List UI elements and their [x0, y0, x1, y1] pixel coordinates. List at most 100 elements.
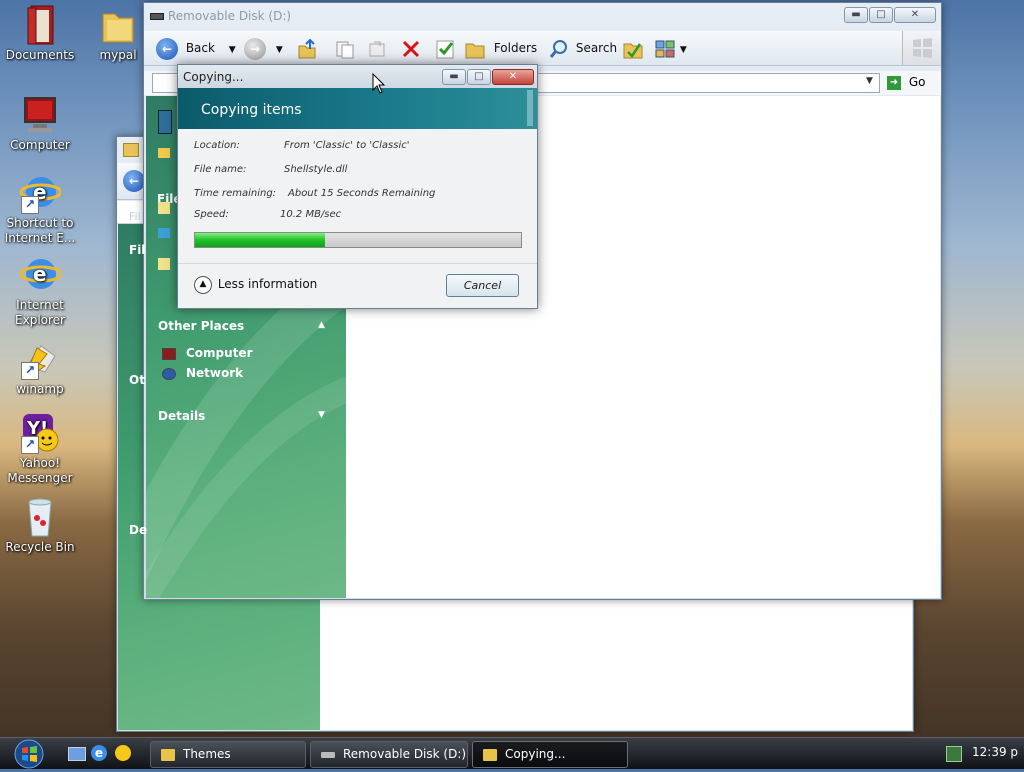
desktop-icon-documents[interactable]: Documents	[2, 4, 78, 63]
back-arrow-icon[interactable]: ←	[123, 170, 145, 192]
copy-dialog[interactable]: Copying... ▬ □ ✕ Copying items Location:…	[177, 64, 538, 309]
copy-to-button[interactable]	[334, 34, 356, 62]
taskbar: e Themes Removable Disk (D:) Copying... …	[0, 737, 1024, 769]
desktop-icon-internet-explorer[interactable]: e Internet Explorer	[2, 254, 78, 328]
window-title: Removable Disk (D:)	[168, 9, 292, 23]
computer-icon	[162, 347, 176, 360]
maximize-button[interactable]: □	[869, 7, 893, 23]
address-dropdown-icon[interactable]: ▼	[866, 76, 873, 86]
speed-label: Speed:	[194, 209, 229, 220]
themes-partial-label: De	[129, 523, 148, 537]
location-value: From 'Classic' to 'Classic'	[284, 140, 410, 151]
desktop-icon-label: Yahoo! Messenger	[7, 456, 73, 485]
less-information-toggle[interactable]: ▲ Less information	[194, 274, 317, 294]
move-icon	[369, 41, 385, 56]
desktop-icon-ie-shortcut[interactable]: e ↗ Shortcut to Internet E...	[2, 172, 78, 246]
folders-button[interactable]: Folders	[464, 34, 537, 62]
internet-explorer-quicklaunch-icon[interactable]: e	[91, 745, 107, 761]
dialog-close-button[interactable]: ✕	[492, 69, 534, 85]
shortcut-arrow-icon: ↗	[21, 436, 39, 454]
folder-icon	[97, 4, 139, 46]
desktop-icon-label: Recycle Bin	[5, 540, 75, 554]
desktop-icon-label: Documents	[5, 48, 75, 62]
search-icon	[549, 39, 567, 58]
back-button[interactable]: ← Back ▼	[156, 34, 236, 62]
internet-explorer-icon: e ↗	[19, 172, 63, 214]
themes-partial-label: Fil	[129, 210, 141, 223]
filename-label: File name:	[194, 164, 247, 175]
shortcut-arrow-icon: ↗	[21, 196, 39, 214]
other-places-header[interactable]: Other Places	[158, 319, 244, 333]
themes-partial-label: Fil	[129, 243, 146, 257]
dialog-header-band: Copying items	[178, 88, 537, 129]
folder-icon	[161, 748, 175, 761]
dialog-title: Copying...	[183, 70, 244, 84]
back-arrow-icon: ←	[156, 37, 178, 60]
delete-button[interactable]	[400, 34, 422, 62]
yahoo-messenger-quicklaunch-icon[interactable]	[115, 745, 131, 761]
dropdown-arrow-icon[interactable]: ▼	[229, 45, 236, 55]
desktop-icon-label: Computer	[10, 138, 70, 152]
chevron-up-icon: ▲	[194, 275, 212, 294]
dialog-header-title: Copying items	[201, 102, 302, 118]
copy-progress-bar	[194, 232, 522, 248]
dropdown-arrow-icon[interactable]: ▼	[680, 45, 687, 55]
delete-x-icon	[402, 40, 420, 57]
clock[interactable]: 12:39 p	[972, 745, 1018, 759]
filename-value: Shellstyle.dll	[284, 164, 348, 175]
desktop-icon-label: Internet Explorer	[15, 298, 65, 327]
copy-icon	[336, 41, 354, 58]
expand-arrow-icon[interactable]: ▼	[318, 410, 325, 420]
folder-options-button[interactable]	[622, 34, 644, 62]
forward-button[interactable]: → ▼	[244, 34, 283, 62]
explorer-sidebar-icons	[158, 110, 172, 288]
internet-explorer-icon: e	[19, 254, 63, 296]
folder-icon	[483, 748, 497, 761]
views-grid-icon	[655, 40, 675, 57]
move-to-button[interactable]	[366, 34, 388, 62]
cancel-button[interactable]: Cancel	[446, 274, 519, 297]
folder-icon	[123, 143, 139, 157]
desktop-icon-recycle-bin[interactable]: Recycle Bin	[2, 496, 78, 555]
minimize-button[interactable]: ▬	[844, 7, 868, 23]
desktop-icon-computer[interactable]: Computer	[2, 94, 78, 153]
views-button[interactable]: ▼	[654, 34, 687, 62]
search-button[interactable]: Search	[548, 34, 617, 62]
dropdown-arrow-icon[interactable]: ▼	[276, 45, 283, 55]
desktop-icon-winamp[interactable]: ↗ winamp	[2, 338, 78, 397]
location-label: Location:	[194, 140, 240, 151]
folder-sync-icon	[623, 42, 643, 58]
network-tray-icon[interactable]	[946, 746, 962, 762]
network-icon	[162, 367, 176, 380]
dialog-minimize-button[interactable]: ▬	[442, 69, 466, 85]
computer-icon	[19, 94, 61, 136]
yahoo-messenger-icon: Y! ↗	[19, 412, 61, 454]
task-copying[interactable]: Copying...	[472, 741, 628, 768]
task-themes[interactable]: Themes	[150, 741, 306, 768]
svg-text:e: e	[33, 262, 47, 286]
show-desktop-icon[interactable]	[68, 747, 86, 761]
shortcut-arrow-icon: ↗	[21, 362, 39, 380]
drive-icon	[150, 13, 164, 20]
desktop-icon-label: Shortcut to Internet E...	[4, 216, 76, 245]
explorer-toolbar: ← Back ▼ → ▼ Folders Search ▼	[144, 31, 941, 66]
dialog-maximize-button[interactable]: □	[467, 69, 491, 85]
windows-orb-icon	[14, 739, 44, 769]
details-header[interactable]: Details	[158, 409, 205, 423]
desktop-icon-yahoo-messenger[interactable]: Y! ↗ Yahoo! Messenger	[2, 412, 78, 486]
collapse-arrow-icon[interactable]: ▲	[318, 320, 325, 330]
task-removable-disk[interactable]: Removable Disk (D:)	[310, 741, 468, 768]
properties-button[interactable]	[434, 34, 456, 62]
progress-fill	[195, 233, 326, 247]
sidebar-item-computer[interactable]: Computer	[162, 346, 252, 360]
close-button[interactable]: ✕	[894, 7, 936, 23]
go-button[interactable]: ➜ Go	[887, 73, 933, 91]
sidebar-item-network[interactable]: Network	[162, 366, 243, 380]
up-folder-button[interactable]	[296, 34, 318, 62]
documents-icon	[19, 4, 61, 46]
winamp-icon: ↗	[19, 338, 61, 380]
forward-arrow-icon: →	[244, 37, 266, 60]
desktop-icon-label: winamp	[16, 382, 64, 396]
start-button[interactable]	[10, 738, 48, 769]
time-remaining-label: Time remaining:	[194, 188, 277, 199]
